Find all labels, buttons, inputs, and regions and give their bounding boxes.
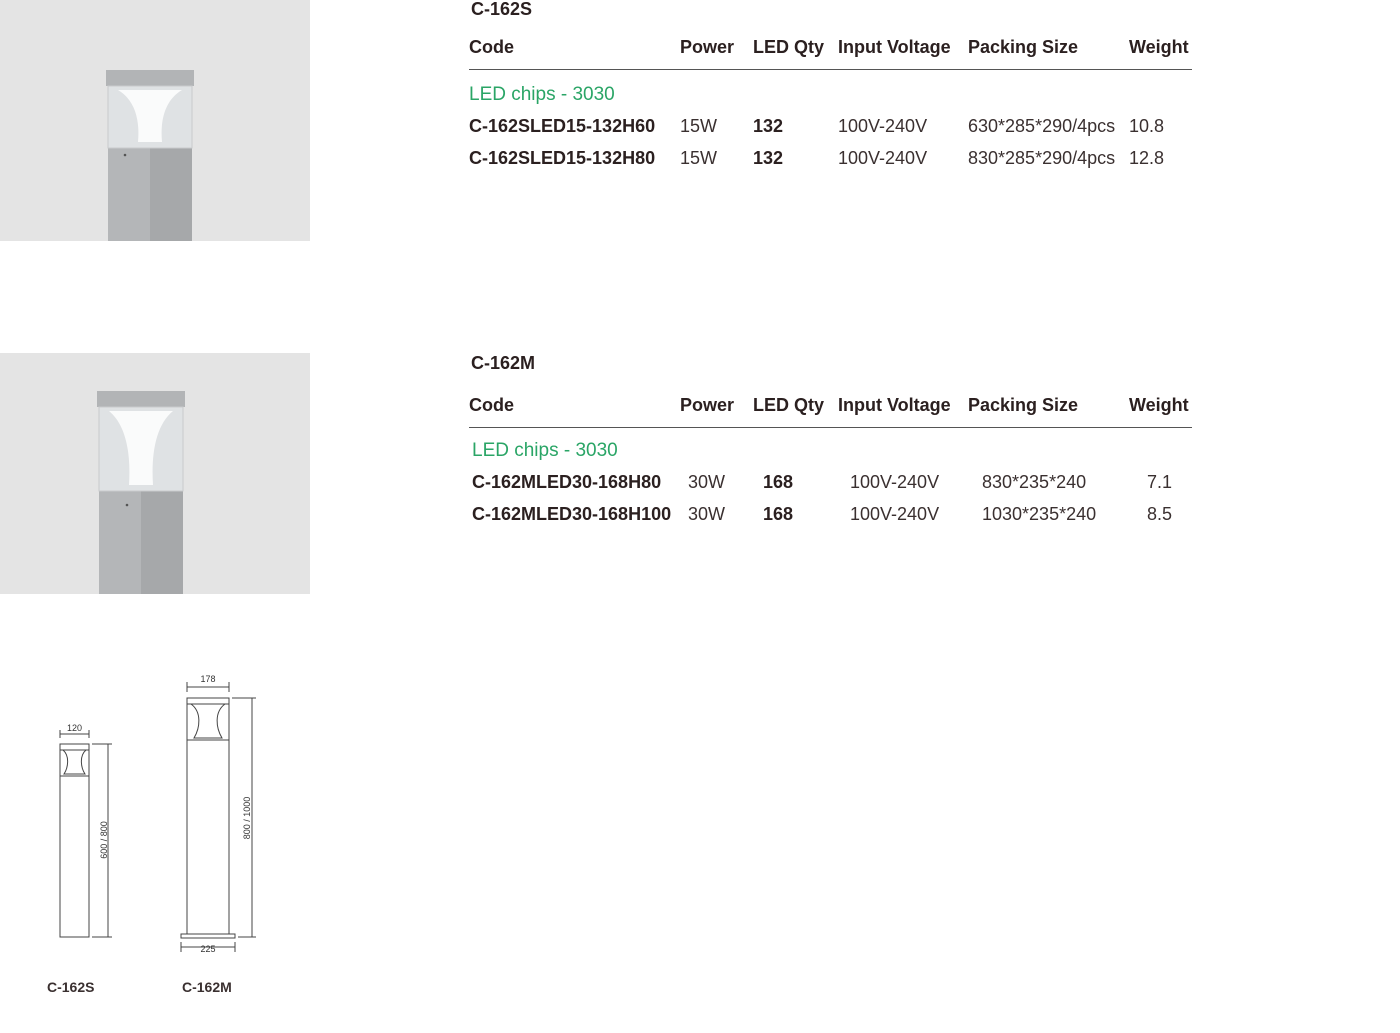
col-led-qty: LED Qty: [753, 37, 825, 57]
section-title-c162m: C-162M: [471, 353, 536, 373]
cell-power: 30W: [688, 504, 726, 524]
cell-weight: 10.8: [1129, 116, 1165, 136]
cell-packing: 830*235*240: [982, 472, 1087, 492]
cell-voltage: 100V-240V: [850, 472, 940, 492]
col-weight: Weight: [1129, 395, 1189, 415]
cell-code: C-162MLED30-168H100: [472, 504, 672, 524]
cell-power: 15W: [680, 148, 718, 168]
table-row: C-162SLED15-132H80 15W 132 100V-240V 830…: [469, 148, 1192, 180]
cell-weight: 12.8: [1129, 148, 1165, 168]
cell-power: 30W: [688, 472, 726, 492]
table-header: Code Power LED Qty Input Voltage Packing…: [469, 395, 1192, 428]
col-input-voltage: Input Voltage: [838, 37, 951, 57]
dim-height-medium: 800 / 1000: [242, 797, 252, 840]
led-chips-label: LED chips - 3030: [469, 84, 615, 105]
section-title-c162s: C-162S: [471, 0, 533, 19]
product-photo-c162s: [0, 0, 310, 241]
dim-height-small: 600 / 800: [99, 821, 109, 859]
cell-code: C-162SLED15-132H80: [469, 148, 656, 168]
spec-table-c162s: Code Power LED Qty Input Voltage Packing…: [469, 37, 1192, 180]
table-row: C-162SLED15-132H60 15W 132 100V-240V 630…: [469, 116, 1192, 148]
cell-led-qty: 168: [763, 504, 794, 524]
spec-table-c162m: Code Power LED Qty Input Voltage Packing…: [469, 395, 1192, 536]
col-led-qty: LED Qty: [753, 395, 825, 415]
cell-voltage: 100V-240V: [838, 116, 928, 136]
col-input-voltage: Input Voltage: [838, 395, 951, 415]
col-power: Power: [680, 395, 735, 415]
col-code: Code: [469, 395, 514, 415]
cell-led-qty: 132: [753, 116, 784, 136]
col-power: Power: [680, 37, 735, 57]
led-chips-label: LED chips - 3030: [472, 440, 618, 461]
dim-base-medium: 225: [200, 944, 215, 954]
dim-width-medium: 178: [200, 674, 215, 684]
drawing-caption-c162s: C-162S: [47, 979, 95, 995]
cell-weight: 8.5: [1147, 504, 1173, 524]
table-header: Code Power LED Qty Input Voltage Packing…: [469, 37, 1192, 70]
cell-power: 15W: [680, 116, 718, 136]
dim-width-small: 120: [67, 723, 82, 733]
cell-voltage: 100V-240V: [838, 148, 928, 168]
dimension-drawings: 120 600 / 800 178 800 / 1000 225: [59, 674, 256, 954]
cell-weight: 7.1: [1147, 472, 1173, 492]
cell-led-qty: 132: [753, 148, 784, 168]
col-code: Code: [469, 37, 514, 57]
drawing-caption-c162m: C-162M: [182, 979, 232, 995]
cell-led-qty: 168: [763, 472, 794, 492]
col-weight: Weight: [1129, 37, 1189, 57]
table-row: C-162MLED30-168H80 30W 168 100V-240V 830…: [469, 472, 1192, 504]
cell-voltage: 100V-240V: [850, 504, 940, 524]
col-packing-size: Packing Size: [968, 395, 1079, 415]
cell-packing: 830*285*290/4pcs: [968, 148, 1116, 168]
cell-code: C-162MLED30-168H80: [472, 472, 662, 492]
cell-code: C-162SLED15-132H60: [469, 116, 656, 136]
cell-packing: 1030*235*240: [982, 504, 1097, 524]
table-row: C-162MLED30-168H100 30W 168 100V-240V 10…: [469, 504, 1192, 536]
cell-packing: 630*285*290/4pcs: [968, 116, 1116, 136]
col-packing-size: Packing Size: [968, 37, 1079, 57]
product-photo-c162m: [0, 353, 310, 594]
